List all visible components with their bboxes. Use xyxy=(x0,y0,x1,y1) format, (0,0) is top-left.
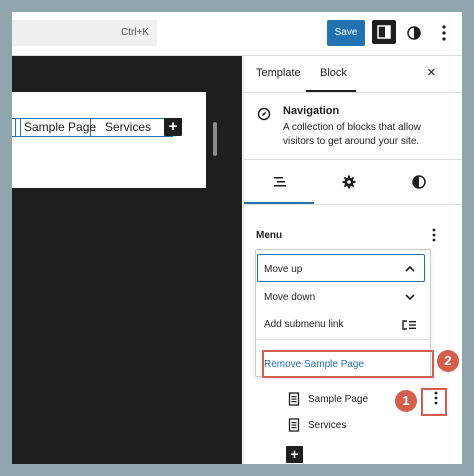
chevron-down-icon xyxy=(405,294,415,301)
block-description: A collection of blocks that allow visito… xyxy=(283,122,421,147)
step-2-badge: 2 xyxy=(437,350,459,372)
page-icon xyxy=(288,392,300,406)
options-menu-button[interactable] xyxy=(441,22,447,44)
list-item-label: Services xyxy=(308,420,347,431)
command-shortcut-label: Ctrl+K xyxy=(120,27,149,38)
active-tab-indicator xyxy=(306,90,356,92)
compass-icon xyxy=(257,107,271,121)
list-item-label: Sample Page xyxy=(308,394,369,405)
block-card: Navigation A collection of blocks that a… xyxy=(244,93,462,160)
settings-toggle-button[interactable] xyxy=(372,20,396,44)
add-nav-item-button[interactable]: + xyxy=(164,118,182,136)
vertical-ellipsis-icon xyxy=(432,228,436,242)
chevron-up-icon xyxy=(405,265,415,272)
move-down-option[interactable]: Move down xyxy=(264,292,315,303)
command-palette-button[interactable]: Ctrl+K xyxy=(12,20,157,46)
sidebar-panel-icon xyxy=(377,25,391,39)
styles-tab[interactable] xyxy=(410,173,428,191)
tab-block[interactable]: Block xyxy=(320,67,347,79)
add-submenu-option[interactable]: Add submenu link xyxy=(264,319,344,330)
dropdown-divider xyxy=(256,339,430,340)
nav-item-sample-page[interactable]: Sample Page xyxy=(20,119,96,136)
block-title: Navigation xyxy=(283,105,340,117)
remove-option-highlight xyxy=(262,350,434,378)
save-button[interactable]: Save xyxy=(327,20,365,46)
navigation-block[interactable]: Sample Page Services xyxy=(12,118,173,137)
gear-icon xyxy=(342,175,356,189)
close-icon[interactable]: × xyxy=(427,64,436,81)
add-menu-item-button[interactable]: + xyxy=(286,446,303,463)
styles-button[interactable] xyxy=(405,24,423,42)
move-up-option[interactable]: Move up xyxy=(264,264,302,275)
block-subtabs xyxy=(244,160,462,205)
half-circle-icon xyxy=(407,26,421,40)
submenu-icon xyxy=(402,320,416,330)
half-circle-icon xyxy=(412,175,426,189)
step-1-badge: 1 xyxy=(395,390,417,412)
editor-window: Ctrl+K Save Sample Page Services + Templ… xyxy=(12,12,462,464)
list-view-icon xyxy=(274,177,286,187)
sidebar-tabs: Template Block × xyxy=(244,56,462,93)
page-icon xyxy=(288,418,300,432)
top-toolbar: Ctrl+K Save xyxy=(12,12,462,56)
nav-item-services[interactable]: Services xyxy=(105,119,151,136)
tab-template[interactable]: Template xyxy=(256,67,301,79)
canvas-resize-handle[interactable] xyxy=(213,122,217,156)
vertical-ellipsis-icon xyxy=(442,25,446,41)
active-subtab-indicator xyxy=(244,202,314,204)
canvas-preview: Sample Page Services + xyxy=(12,92,206,188)
options-button-highlight xyxy=(421,388,447,416)
editor-canvas: Sample Page Services + xyxy=(12,56,242,464)
menu-heading: Menu xyxy=(256,230,283,241)
settings-tab[interactable] xyxy=(340,173,358,191)
nav-block-edge xyxy=(15,119,16,136)
menu-options-button[interactable] xyxy=(431,227,437,243)
list-view-tab[interactable] xyxy=(271,173,289,191)
